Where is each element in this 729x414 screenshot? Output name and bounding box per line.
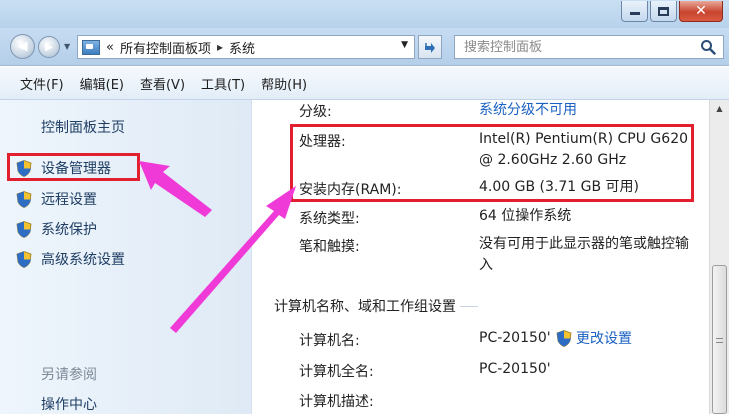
computer-name-value: PC-20150' xyxy=(479,330,551,346)
section-title-text: 计算机名称、域和工作组设置 xyxy=(274,299,456,315)
search-box[interactable] xyxy=(454,35,724,59)
ram-label: 安装内存(RAM): xyxy=(299,182,402,198)
back-button[interactable]: ◀ xyxy=(10,34,35,59)
menu-view[interactable]: 查看(V) xyxy=(132,74,193,93)
back-arrow-icon: ◀ xyxy=(17,39,28,54)
forward-button[interactable]: ▶ xyxy=(38,36,60,58)
system-type-value: 64 位操作系统 xyxy=(479,208,572,224)
minimize-icon xyxy=(629,12,640,15)
address-toolbar: ◀ ▶ ▼ « 所有控制面板项 ▸ 系统 ▼ xyxy=(0,28,729,66)
computer-description-label: 计算机描述: xyxy=(299,394,374,410)
full-computer-name-value: PC-20150' xyxy=(479,361,551,377)
address-dropdown-icon[interactable]: ▼ xyxy=(401,40,408,50)
scroll-up-arrow-icon[interactable]: ▲ xyxy=(710,100,729,117)
processor-label: 处理器: xyxy=(299,134,346,150)
sidebar-item-device-manager[interactable]: 设备管理器 xyxy=(16,158,111,178)
system-type-label: 系统类型: xyxy=(299,211,360,227)
breadcrumb[interactable]: « 所有控制面板项 ▸ 系统 ▼ xyxy=(77,35,415,59)
breadcrumb-overflow[interactable]: « xyxy=(106,40,114,55)
change-settings-link[interactable]: 更改设置 xyxy=(556,328,632,348)
system-info-panel: 分级: 系统分级不可用 处理器: Intel(R) Pentium(R) CPU… xyxy=(253,100,709,414)
control-panel-home-link[interactable]: 控制面板主页 xyxy=(41,117,125,137)
title-bar: ✕ xyxy=(0,0,729,28)
computer-name-label: 计算机名: xyxy=(299,333,360,349)
pen-touch-value-line1: 没有可用于此显示器的笔或触控输 xyxy=(479,236,689,252)
close-icon: ✕ xyxy=(695,3,707,19)
vertical-scrollbar[interactable]: ▲ xyxy=(709,100,729,414)
full-computer-name-label: 计算机全名: xyxy=(299,364,374,380)
see-also-heading: 另请参阅 xyxy=(41,367,97,383)
sidebar: 控制面板主页 设备管理器 远程设置 系统保护 高级系统设置 另请参阅 操作中心 xyxy=(0,100,252,414)
control-panel-icon xyxy=(82,39,100,55)
uac-shield-icon xyxy=(556,329,572,347)
maximize-icon xyxy=(658,6,669,16)
search-input[interactable] xyxy=(464,39,694,55)
breadcrumb-item-system[interactable]: 系统 xyxy=(229,38,255,57)
sidebar-item-label: 远程设置 xyxy=(41,192,97,208)
menu-file[interactable]: 文件(F) xyxy=(12,74,72,93)
sidebar-item-system-protection[interactable]: 系统保护 xyxy=(16,219,97,239)
scrollbar-grip-icon xyxy=(716,338,723,343)
section-divider xyxy=(460,305,478,307)
computer-name-section-heading: 计算机名称、域和工作组设置 xyxy=(274,296,478,316)
uac-shield-icon xyxy=(16,190,32,208)
menu-edit[interactable]: 编辑(E) xyxy=(72,74,132,93)
maximize-button[interactable] xyxy=(650,1,677,22)
sidebar-item-remote-settings[interactable]: 远程设置 xyxy=(16,189,97,209)
refresh-button[interactable] xyxy=(418,35,442,59)
breadcrumb-item-all-items[interactable]: 所有控制面板项 xyxy=(120,38,211,57)
ram-value: 4.00 GB (3.71 GB 可用) xyxy=(479,179,639,195)
processor-value-line2: @ 2.60GHz 2.60 GHz xyxy=(479,152,627,168)
scrollbar-thumb[interactable] xyxy=(712,265,727,414)
search-icon[interactable] xyxy=(700,39,716,55)
pen-touch-label: 笔和触摸: xyxy=(299,239,360,255)
uac-shield-icon xyxy=(16,220,32,238)
refresh-icon xyxy=(425,43,435,53)
sidebar-item-label: 系统保护 xyxy=(41,222,97,238)
close-button[interactable]: ✕ xyxy=(679,1,723,22)
pen-touch-value-line2: 入 xyxy=(479,257,493,273)
recent-pages-dropdown-icon[interactable]: ▼ xyxy=(64,42,70,51)
sidebar-item-advanced-settings[interactable]: 高级系统设置 xyxy=(16,249,125,269)
rating-value-link[interactable]: 系统分级不可用 xyxy=(479,100,577,121)
action-center-link[interactable]: 操作中心 xyxy=(41,394,97,414)
change-settings-label: 更改设置 xyxy=(576,331,632,347)
sidebar-item-label: 高级系统设置 xyxy=(41,252,125,268)
minimize-button[interactable] xyxy=(621,1,648,22)
processor-value-line1: Intel(R) Pentium(R) CPU G620 xyxy=(479,131,689,147)
menu-help[interactable]: 帮助(H) xyxy=(253,74,315,93)
rating-label: 分级: xyxy=(299,104,332,120)
menu-tools[interactable]: 工具(T) xyxy=(193,74,253,93)
menu-bar: 文件(F) 编辑(E) 查看(V) 工具(T) 帮助(H) xyxy=(0,67,729,100)
window-controls: ✕ xyxy=(621,1,723,22)
forward-arrow-icon: ▶ xyxy=(45,41,53,53)
breadcrumb-separator-icon[interactable]: ▸ xyxy=(217,40,223,54)
sidebar-item-label: 设备管理器 xyxy=(41,161,111,177)
uac-shield-icon xyxy=(16,250,32,268)
uac-shield-icon xyxy=(16,159,32,177)
